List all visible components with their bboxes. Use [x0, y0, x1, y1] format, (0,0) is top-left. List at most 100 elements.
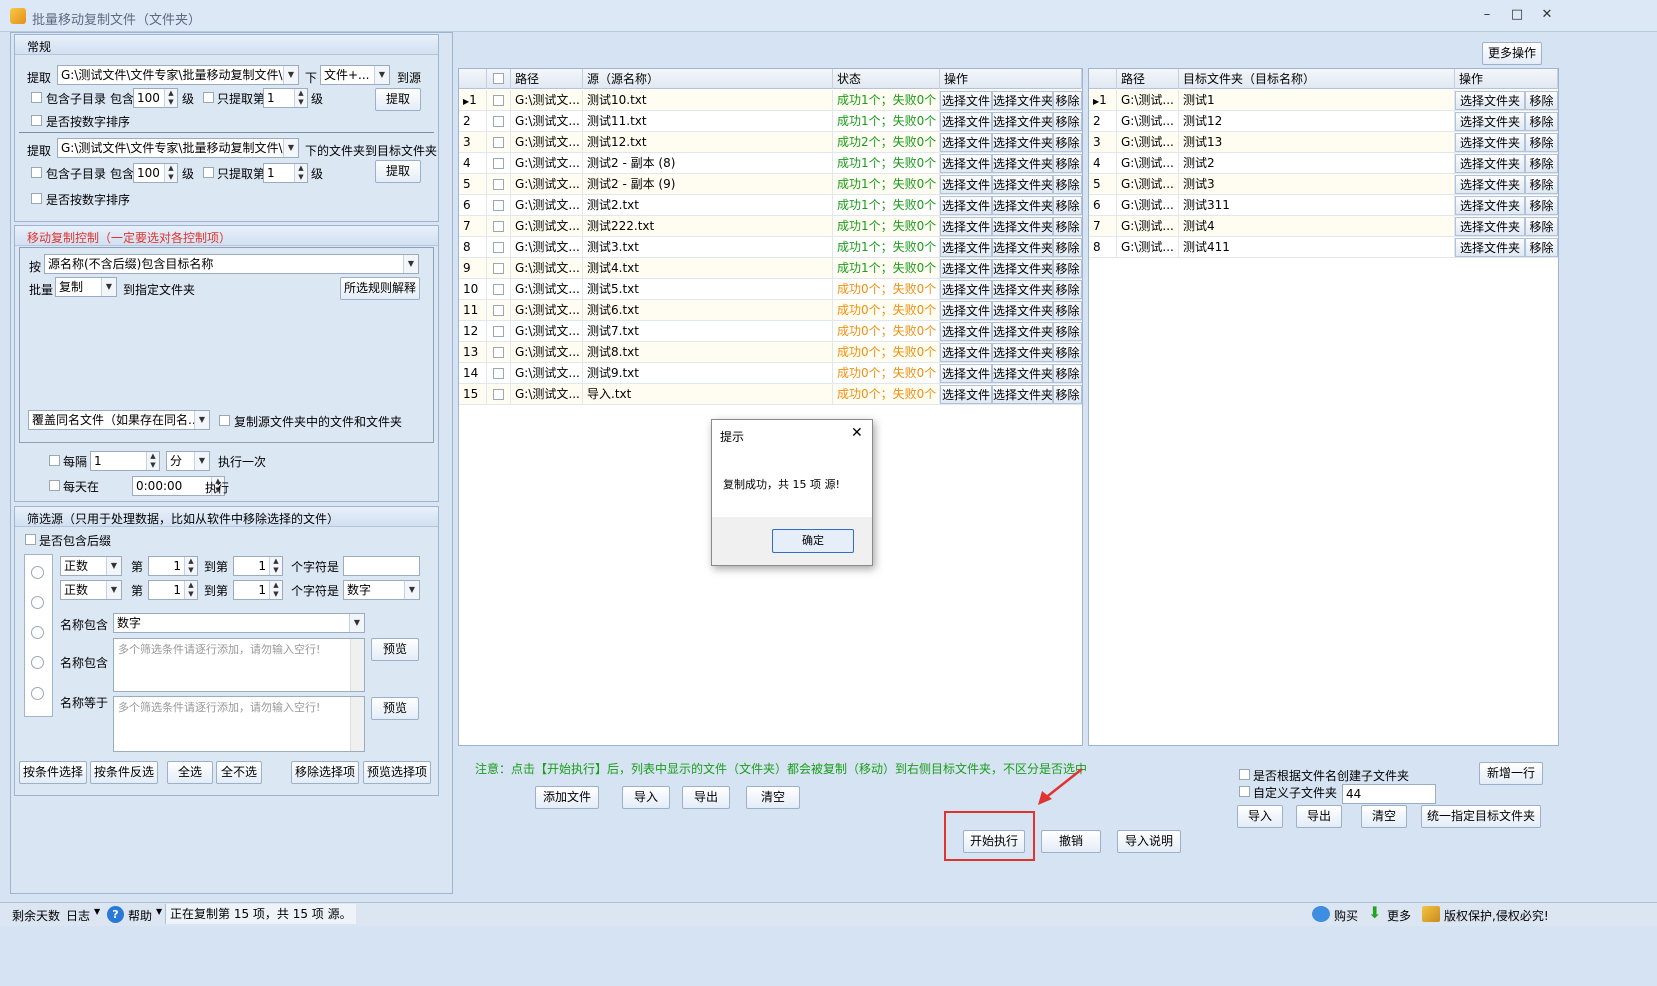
remove-row-button[interactable]: 移除	[1525, 238, 1558, 257]
table-row[interactable]: 5 G:\测试... 测试3 选择文件夹 移除	[1089, 174, 1558, 195]
interval-checkbox[interactable]	[49, 455, 60, 466]
table-row[interactable]: 14 G:\测试文... 测试9.txt 成功0个；失败0个 选择文件 选择文件夹 移除	[459, 363, 1082, 384]
select-folder-button[interactable]: 选择文件夹	[992, 364, 1053, 383]
preview-selected-button[interactable]: 预览选择项	[363, 761, 431, 784]
remove-row-button[interactable]: 移除	[1053, 280, 1082, 299]
interval-unit-combo[interactable]: 分 ▼	[166, 451, 210, 471]
extract-type-combo[interactable]: 文件+... ▼	[320, 65, 390, 85]
select-file-button[interactable]: 选择文件	[940, 301, 992, 320]
target-import-button[interactable]: 导入	[1237, 805, 1283, 828]
remove-row-button[interactable]: 移除	[1525, 154, 1558, 173]
remove-row-button[interactable]: 移除	[1053, 385, 1082, 404]
select-file-button[interactable]: 选择文件	[940, 175, 992, 194]
select-file-button[interactable]: 选择文件	[940, 280, 992, 299]
filter-mode-combo-1[interactable]: 正数 ▼	[60, 556, 122, 576]
remove-row-button[interactable]: 移除	[1525, 91, 1558, 110]
source-path-combo[interactable]: G:\测试文件\文件专家\批量移动复制文件\技 ▼	[57, 65, 299, 85]
select-none-button[interactable]: 全不选	[216, 761, 262, 784]
row-checkbox[interactable]	[487, 216, 511, 237]
row-checkbox[interactable]	[487, 90, 511, 111]
select-file-button[interactable]: 选择文件	[940, 238, 992, 257]
start-execute-button[interactable]: 开始执行	[963, 830, 1025, 853]
row-checkbox[interactable]	[487, 132, 511, 153]
select-folder-button[interactable]: 选择文件夹	[992, 301, 1053, 320]
extract-files-button[interactable]: 提取	[375, 88, 421, 111]
header-path[interactable]: 路径	[511, 69, 583, 89]
select-folder-button[interactable]: 选择文件夹	[992, 343, 1053, 362]
source-clear-button[interactable]: 清空	[746, 786, 800, 809]
select-file-button[interactable]: 选择文件	[940, 196, 992, 215]
batch-mode-combo[interactable]: 复制 ▼	[55, 277, 117, 297]
table-row[interactable]: 7 G:\测试... 测试4 选择文件夹 移除	[1089, 216, 1558, 237]
table-row[interactable]: 15 G:\测试文... 导入.txt 成功0个；失败0个 选择文件 选择文件夹 移除	[459, 384, 1082, 405]
sort-numeric-checkbox[interactable]	[31, 115, 42, 126]
select-all-button[interactable]: 全选	[167, 761, 213, 784]
header-operations[interactable]: 操作	[940, 69, 1082, 89]
remove-row-button[interactable]: 移除	[1053, 91, 1082, 110]
days-left-label[interactable]: 剩余天数	[12, 907, 60, 924]
table-row[interactable]: 10 G:\测试文... 测试5.txt 成功0个；失败0个 选择文件 选择文件夹 移除	[459, 279, 1082, 300]
select-folder-button[interactable]: 选择文件夹	[992, 280, 1053, 299]
unify-target-folder-button[interactable]: 统一指定目标文件夹	[1421, 805, 1541, 828]
remove-row-button[interactable]: 移除	[1053, 322, 1082, 341]
target-header-name[interactable]: 目标文件夹（目标名称）	[1179, 69, 1455, 89]
table-row[interactable]: 4 G:\测试文... 测试2 - 副本 (8) 成功1个；失败0个 选择文件 选择文件夹…	[459, 153, 1082, 174]
overwrite-combo[interactable]: 覆盖同名文件（如果存在同名... ▼	[28, 410, 210, 430]
remove-selected-button[interactable]: 移除选择项	[291, 761, 359, 784]
filter-mode-combo-2[interactable]: 正数 ▼	[60, 580, 122, 600]
dialog-close-icon[interactable]: ✕	[851, 425, 863, 441]
row-checkbox[interactable]	[487, 174, 511, 195]
select-file-button[interactable]: 选择文件	[940, 154, 992, 173]
header-status[interactable]: 状态	[833, 69, 940, 89]
remove-row-button[interactable]: 移除	[1053, 196, 1082, 215]
only-level-spinner-2[interactable]: 1 ▲ ▼	[263, 163, 308, 183]
select-folder-button[interactable]: 选择文件夹	[1455, 175, 1525, 194]
table-row[interactable]: 12 G:\测试文... 测试7.txt 成功0个；失败0个 选择文件 选择文件夹 移除	[459, 321, 1082, 342]
select-file-button[interactable]: 选择文件	[940, 217, 992, 236]
only-extract-checkbox-2[interactable]	[203, 167, 214, 178]
remove-row-button[interactable]: 移除	[1053, 175, 1082, 194]
select-folder-button[interactable]: 选择文件夹	[992, 175, 1053, 194]
preview-button-2[interactable]: 预览	[371, 697, 419, 720]
remove-row-button[interactable]: 移除	[1525, 196, 1558, 215]
target-header-operations[interactable]: 操作	[1455, 69, 1558, 89]
row-checkbox[interactable]	[487, 363, 511, 384]
folder-path-combo[interactable]: G:\测试文件\文件专家\批量移动复制文件\技 ▼	[57, 138, 299, 158]
name-equals-textarea[interactable]: 多个筛选条件请逐行添加，请勿输入空行!	[113, 696, 365, 752]
row-checkbox[interactable]	[487, 384, 511, 405]
table-row[interactable]: ▶1 G:\测试... 测试1 选择文件夹 移除	[1089, 90, 1558, 111]
to-char-spinner-2[interactable]: 1 ▲ ▼	[233, 580, 283, 600]
header-checkbox[interactable]	[487, 69, 511, 89]
undo-button[interactable]: 撤销	[1041, 830, 1101, 853]
table-row[interactable]: 6 G:\测试... 测试311 选择文件夹 移除	[1089, 195, 1558, 216]
select-folder-button[interactable]: 选择文件夹	[992, 217, 1053, 236]
select-folder-button[interactable]: 选择文件夹	[1455, 133, 1525, 152]
log-menu[interactable]: 日志	[66, 907, 90, 924]
select-folder-button[interactable]: 选择文件夹	[1455, 196, 1525, 215]
include-subdir-checkbox-2[interactable]	[31, 167, 42, 178]
select-file-button[interactable]: 选择文件	[940, 322, 992, 341]
table-row[interactable]: 6 G:\测试文... 测试2.txt 成功1个；失败0个 选择文件 选择文件夹 移除	[459, 195, 1082, 216]
close-window-button[interactable]: ✕	[1532, 6, 1562, 26]
remove-row-button[interactable]: 移除	[1053, 301, 1082, 320]
import-help-button[interactable]: 导入说明	[1117, 830, 1181, 853]
table-row[interactable]: 4 G:\测试... 测试2 选择文件夹 移除	[1089, 153, 1558, 174]
select-folder-button[interactable]: 选择文件夹	[992, 196, 1053, 215]
filter-radio-2[interactable]	[31, 596, 44, 609]
buy-button[interactable]: 购买	[1334, 907, 1358, 924]
select-file-button[interactable]: 选择文件	[940, 259, 992, 278]
select-file-button[interactable]: 选择文件	[940, 364, 992, 383]
target-header-path[interactable]: 路径	[1117, 69, 1179, 89]
remove-row-button[interactable]: 移除	[1053, 133, 1082, 152]
explain-rule-button[interactable]: 所选规则解释	[340, 277, 420, 300]
select-folder-button[interactable]: 选择文件夹	[992, 91, 1053, 110]
select-by-condition-button[interactable]: 按条件选择	[19, 761, 87, 784]
target-export-button[interactable]: 导出	[1296, 805, 1342, 828]
invert-by-condition-button[interactable]: 按条件反选	[90, 761, 158, 784]
more-operations-button[interactable]: 更多操作	[1482, 42, 1542, 65]
select-file-button[interactable]: 选择文件	[940, 112, 992, 131]
preview-button-1[interactable]: 预览	[371, 638, 419, 661]
more-button[interactable]: 更多	[1387, 907, 1411, 924]
help-menu[interactable]: 帮助	[128, 907, 152, 924]
target-clear-button[interactable]: 清空	[1361, 805, 1407, 828]
